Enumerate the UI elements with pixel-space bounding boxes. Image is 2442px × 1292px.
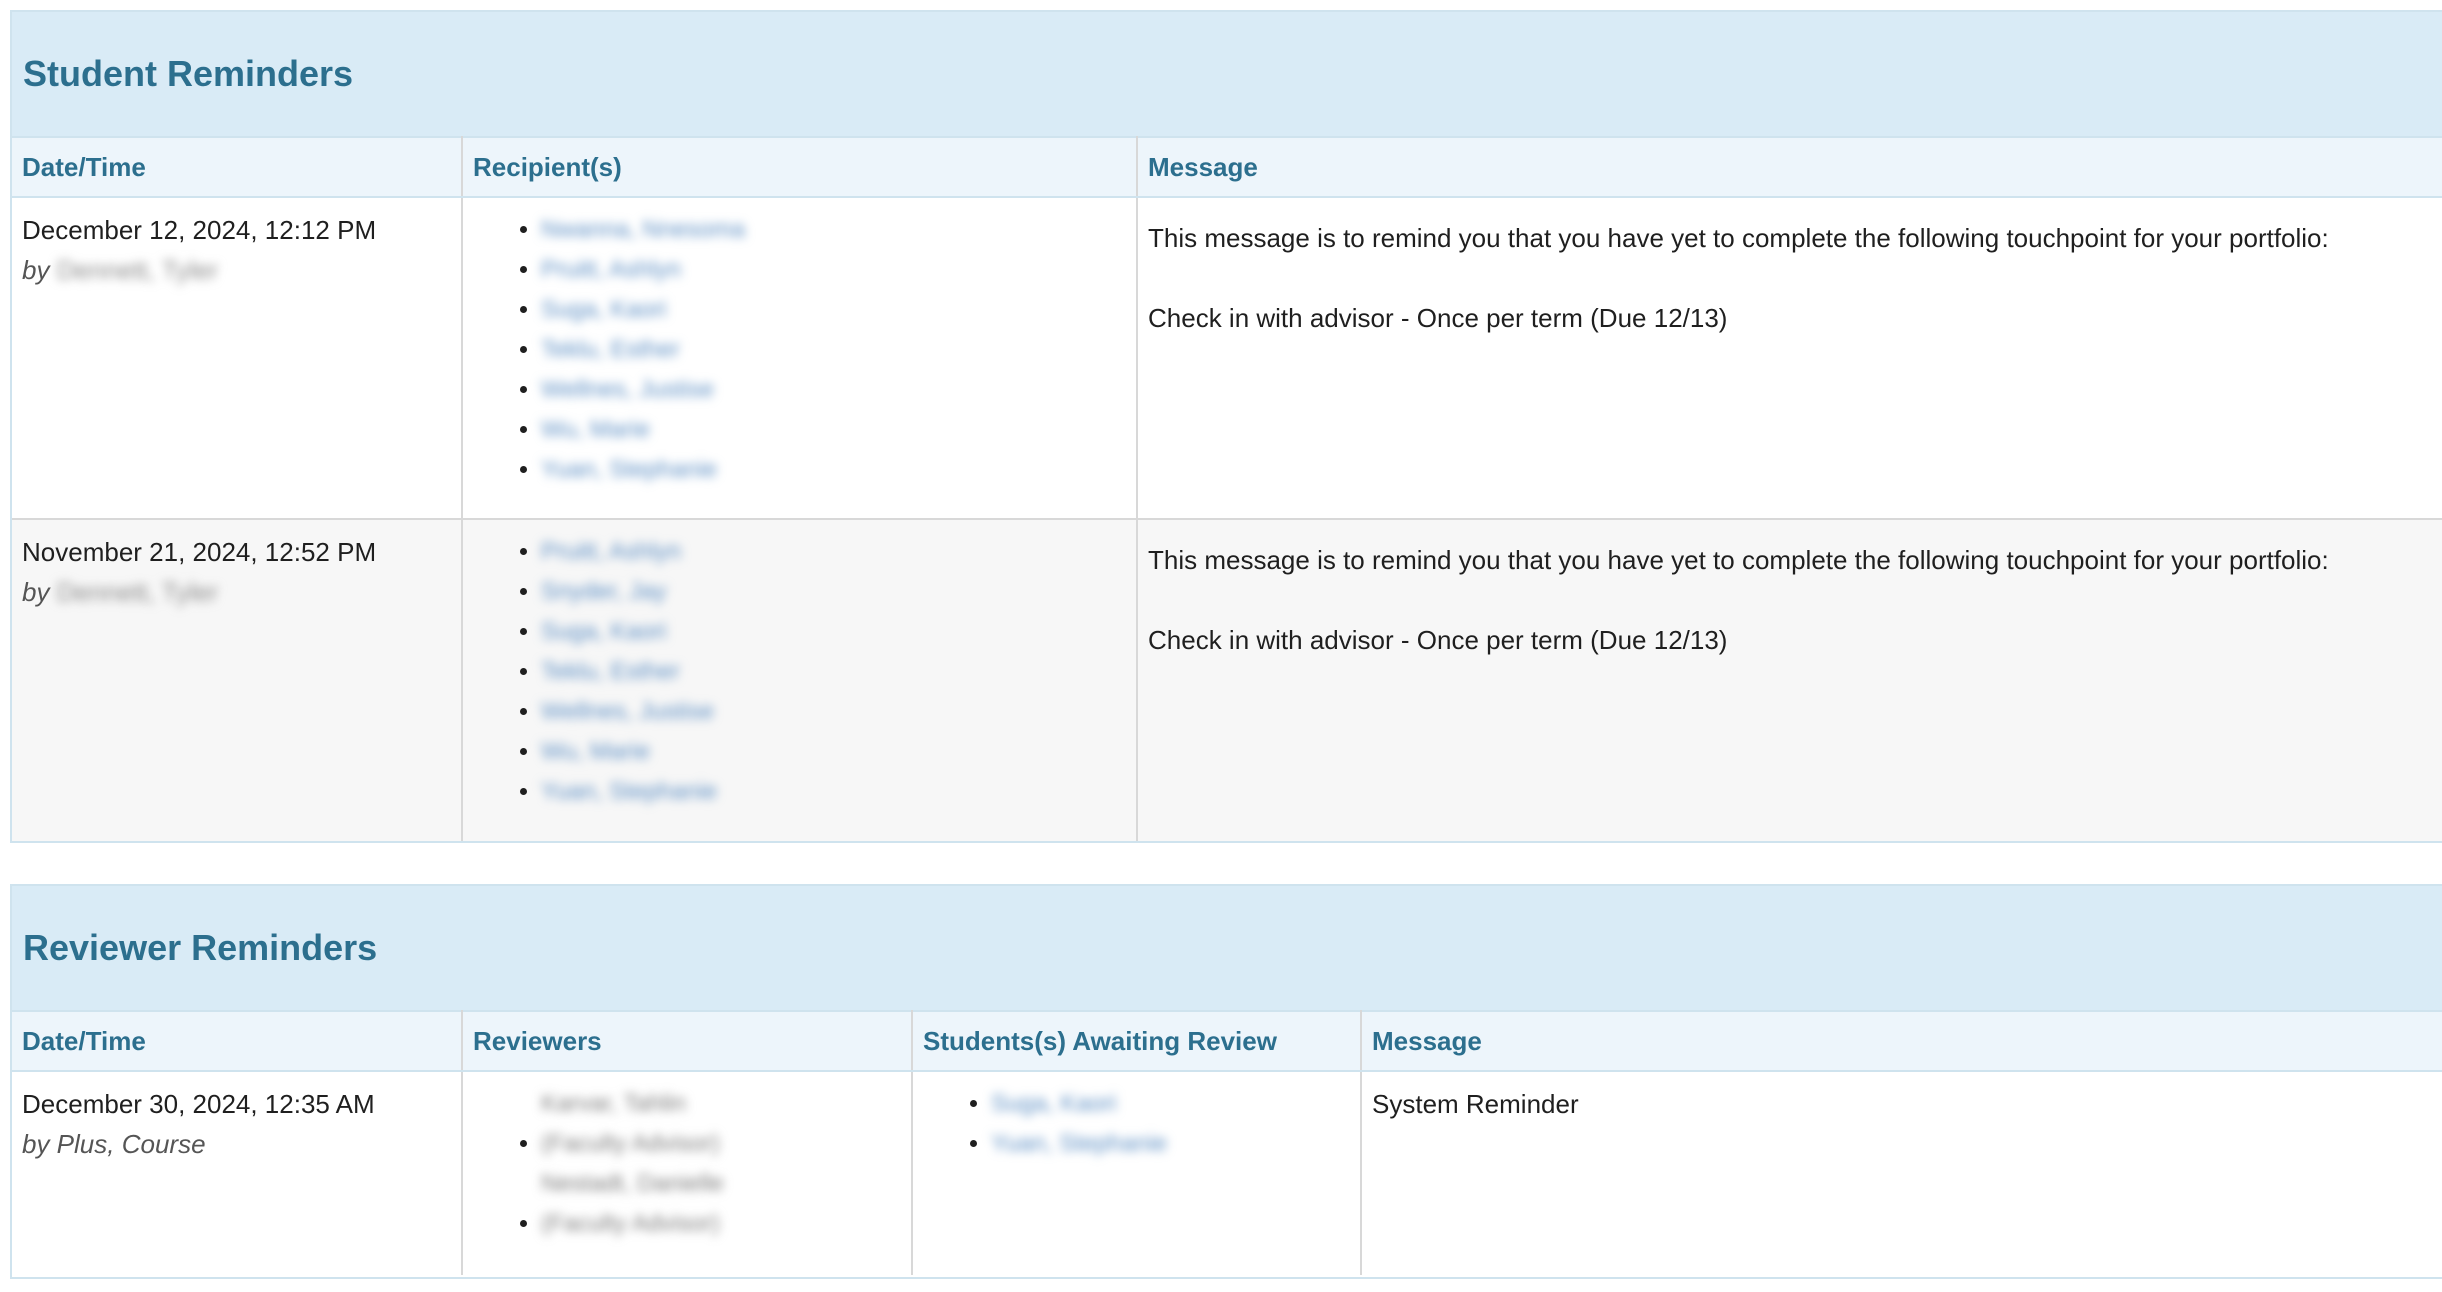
reviewer-reminders-table: Date/Time Reviewers Students(s) Awaiting… (12, 1010, 2442, 1275)
column-header-recipients[interactable]: Recipient(s) (462, 136, 1138, 198)
students-awaiting-cell: Suga, Kaori Yuan, Stephanie (912, 1071, 1362, 1275)
table-row: December 30, 2024, 12:35 AM by Plus, Cou… (12, 1071, 2442, 1275)
message-intro: This message is to remind you that you h… (1148, 545, 2329, 575)
sender-name: Dennett, Tyler (56, 255, 219, 285)
list-item: Pruitt, Ashlyn (541, 250, 1126, 290)
reviewer-reminders-panel: Reviewer Reminders Date/Time Reviewers S… (10, 884, 2442, 1279)
list-item: Teklu, Esther (541, 330, 1126, 370)
recipient-link[interactable]: Teklu, Esther (541, 330, 680, 370)
table-header-row: Date/Time Reviewers Students(s) Awaiting… (12, 1010, 2442, 1072)
recipients-cell: Pruitt, Ashlyn Snyder, Jay Suga, Kaori T… (462, 519, 1138, 841)
student-list: Suga, Kaori Yuan, Stephanie (923, 1084, 1350, 1164)
recipient-link[interactable]: Suga, Kaori (541, 612, 666, 652)
recipient-link[interactable]: Pruitt, Ashlyn (541, 250, 681, 290)
message-cell: This message is to remind you that you h… (1137, 197, 2442, 520)
recipient-link[interactable]: Wu, Marie (541, 732, 650, 772)
table-row: November 21, 2024, 12:52 PM by Dennett, … (12, 519, 2442, 841)
table-row: December 12, 2024, 12:12 PM by Dennett, … (12, 197, 2442, 520)
student-link[interactable]: Yuan, Stephanie (991, 1124, 1167, 1164)
sender-line: by Plus, Course (22, 1129, 206, 1159)
column-header-datetime[interactable]: Date/Time (12, 136, 463, 198)
message-touchpoint: Check in with advisor - Once per term (D… (1148, 625, 1728, 655)
sender-prefix: by (22, 577, 50, 607)
student-reminders-title: Student Reminders (23, 53, 354, 94)
message-cell: System Reminder (1361, 1071, 2442, 1275)
recipient-link[interactable]: Wu, Marie (541, 410, 650, 450)
list-item: Snyder, Jay (541, 572, 1126, 612)
list-item: Wu, Marie (541, 732, 1126, 772)
list-item: Suga, Kaori (541, 290, 1126, 330)
list-item: Nestadt, Danielle (Faculty Advisor) (541, 1164, 901, 1244)
reviewer-name: Karvar, Tahlin (Faculty Advisor) (541, 1090, 720, 1157)
message-cell: This message is to remind you that you h… (1137, 519, 2442, 841)
reminder-datetime: November 21, 2024, 12:52 PM (22, 537, 377, 567)
list-item: Suga, Kaori (991, 1084, 1350, 1124)
message-text: System Reminder (1372, 1089, 1579, 1119)
list-item: Wellnes, Justise (541, 692, 1126, 732)
reminder-datetime: December 12, 2024, 12:12 PM (22, 215, 377, 245)
reviewers-cell: Karvar, Tahlin (Faculty Advisor) Nestadt… (462, 1071, 913, 1275)
reviewer-reminders-title: Reviewer Reminders (23, 927, 378, 968)
datetime-cell: December 30, 2024, 12:35 AM by Plus, Cou… (12, 1071, 463, 1275)
reviewer-reminders-header: Reviewer Reminders (12, 886, 2442, 1010)
message-intro: This message is to remind you that you h… (1148, 223, 2329, 253)
recipients-cell: Nwanna, Nnesoma Pruitt, Ashlyn Suga, Kao… (462, 197, 1138, 520)
list-item: Pruitt, Ashlyn (541, 532, 1126, 572)
column-header-datetime[interactable]: Date/Time (12, 1010, 463, 1072)
list-item: Karvar, Tahlin (Faculty Advisor) (541, 1084, 901, 1164)
sender-name: Dennett, Tyler (56, 577, 219, 607)
student-reminders-table: Date/Time Recipient(s) Message December … (12, 136, 2442, 841)
recipient-link[interactable]: Yuan, Stephanie (541, 772, 717, 812)
reviewer-list: Karvar, Tahlin (Faculty Advisor) Nestadt… (473, 1084, 901, 1244)
recipient-link[interactable]: Teklu, Esther (541, 652, 680, 692)
sender-prefix: by (22, 255, 50, 285)
column-header-reviewers[interactable]: Reviewers (462, 1010, 913, 1072)
recipient-link[interactable]: Wellnes, Justise (541, 692, 714, 732)
recipient-list: Nwanna, Nnesoma Pruitt, Ashlyn Suga, Kao… (473, 210, 1126, 490)
list-item: Wellnes, Justise (541, 370, 1126, 410)
list-item: Wu, Marie (541, 410, 1126, 450)
recipient-list: Pruitt, Ashlyn Snyder, Jay Suga, Kaori T… (473, 532, 1126, 812)
list-item: Teklu, Esther (541, 652, 1126, 692)
recipient-link[interactable]: Pruitt, Ashlyn (541, 532, 681, 572)
list-item: Yuan, Stephanie (541, 772, 1126, 812)
column-header-students-awaiting-review[interactable]: Students(s) Awaiting Review (912, 1010, 1362, 1072)
student-link[interactable]: Suga, Kaori (991, 1084, 1116, 1124)
student-reminders-panel: Student Reminders Date/Time Recipient(s)… (10, 10, 2442, 843)
recipient-link[interactable]: Nwanna, Nnesoma (541, 210, 745, 250)
table-header-row: Date/Time Recipient(s) Message (12, 136, 2442, 198)
student-reminders-header: Student Reminders (12, 12, 2442, 136)
datetime-cell: December 12, 2024, 12:12 PM by Dennett, … (12, 197, 463, 520)
column-header-message[interactable]: Message (1137, 136, 2442, 198)
recipient-link[interactable]: Snyder, Jay (541, 572, 666, 612)
list-item: Yuan, Stephanie (991, 1124, 1350, 1164)
recipient-link[interactable]: Wellnes, Justise (541, 370, 714, 410)
column-header-message[interactable]: Message (1361, 1010, 2442, 1072)
sender-line: by Dennett, Tyler (22, 572, 451, 612)
reviewer-name: Nestadt, Danielle (Faculty Advisor) (541, 1170, 724, 1237)
datetime-cell: November 21, 2024, 12:52 PM by Dennett, … (12, 519, 463, 841)
list-item: Nwanna, Nnesoma (541, 210, 1126, 250)
list-item: Yuan, Stephanie (541, 450, 1126, 490)
message-touchpoint: Check in with advisor - Once per term (D… (1148, 303, 1728, 333)
recipient-link[interactable]: Yuan, Stephanie (541, 450, 717, 490)
reminder-datetime: December 30, 2024, 12:35 AM (22, 1089, 375, 1119)
recipient-link[interactable]: Suga, Kaori (541, 290, 666, 330)
list-item: Suga, Kaori (541, 612, 1126, 652)
sender-line: by Dennett, Tyler (22, 250, 451, 290)
